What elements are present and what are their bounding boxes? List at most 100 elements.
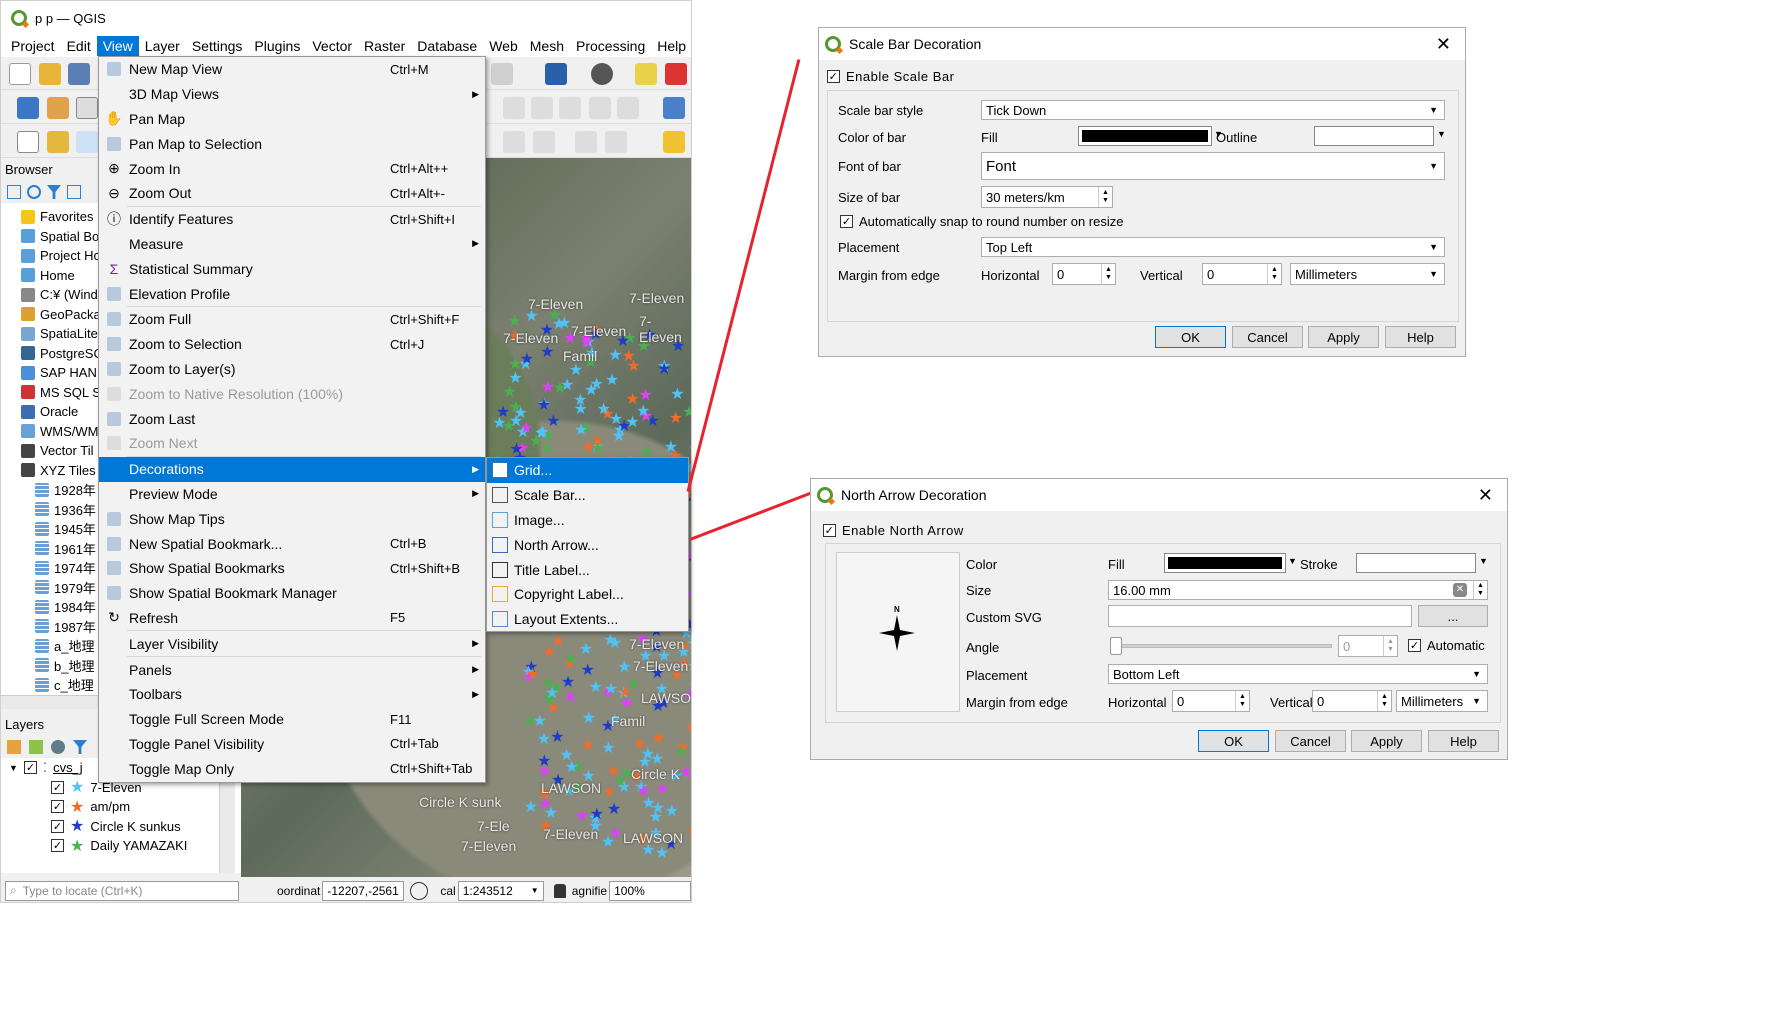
browser-item[interactable]: 1979年 bbox=[1, 578, 98, 598]
menu-item-preview-mode[interactable]: Preview Mode ▶ bbox=[99, 482, 485, 507]
vertex-tool-icon[interactable] bbox=[533, 131, 555, 153]
spin-arrows-icon[interactable]: ▲ ▼ bbox=[1377, 691, 1391, 711]
menu-item-zoom-full[interactable]: Zoom Full Ctrl+Shift+F bbox=[99, 307, 485, 332]
menu-item-zoom-next[interactable]: Zoom Next bbox=[99, 431, 485, 456]
snap-checkbox[interactable]: ✓ bbox=[840, 215, 853, 228]
menu-item-3d-map-views[interactable]: 3D Map Views ▶ bbox=[99, 82, 485, 107]
placement-combo[interactable]: Top Left ▼ bbox=[981, 237, 1445, 257]
browser-item[interactable]: 1945年 bbox=[1, 519, 98, 539]
close-icon[interactable]: ✕ bbox=[1436, 34, 1451, 55]
node-tool-icon[interactable] bbox=[575, 131, 597, 153]
copy-features-icon[interactable] bbox=[531, 97, 553, 119]
browser-item[interactable]: Oracle bbox=[1, 402, 98, 422]
browser-item[interactable]: WMS/WM bbox=[1, 422, 98, 442]
font-button[interactable]: Font ▼ bbox=[981, 152, 1445, 180]
spin-arrows-icon[interactable]: ▲ ▼ bbox=[1267, 264, 1281, 284]
help-button[interactable]: Help bbox=[1428, 730, 1499, 752]
unit-combo[interactable]: Millimeters ▼ bbox=[1396, 690, 1488, 712]
browser-item[interactable]: SpatiaLite bbox=[1, 324, 98, 344]
chevron-down-icon[interactable]: ▼ bbox=[1437, 129, 1446, 139]
submenu-item-title-label[interactable]: Title Label... bbox=[487, 557, 688, 582]
add-selected-icon[interactable] bbox=[7, 185, 21, 199]
help-button[interactable]: Help bbox=[1385, 326, 1456, 348]
lock-icon[interactable] bbox=[553, 883, 566, 898]
group-checkbox[interactable]: ✓ bbox=[23, 761, 37, 775]
menu-layer[interactable]: Layer bbox=[139, 36, 186, 56]
paste-features-icon[interactable] bbox=[559, 97, 581, 119]
layer-item[interactable]: ✓ ★ Circle K sunkus bbox=[1, 817, 241, 837]
browser-item[interactable]: MS SQL S bbox=[1, 383, 98, 403]
zoom-in-tool-icon[interactable] bbox=[76, 131, 99, 153]
unit-combo[interactable]: Millimeters ▼ bbox=[1290, 263, 1445, 285]
browser-item[interactable]: 1974年 bbox=[1, 558, 98, 578]
menu-item-statistical-summary[interactable]: Σ Statistical Summary bbox=[99, 256, 485, 281]
menu-item-zoom-to-layer-s[interactable]: Zoom to Layer(s) bbox=[99, 357, 485, 382]
browser-item[interactable]: 1961年 bbox=[1, 539, 98, 559]
cancel-button[interactable]: Cancel bbox=[1232, 326, 1303, 348]
digitize-icon[interactable] bbox=[503, 131, 525, 153]
menu-item-zoom-to-selection[interactable]: Zoom to Selection Ctrl+J bbox=[99, 332, 485, 357]
menu-database[interactable]: Database bbox=[411, 36, 483, 56]
label-tool-icon[interactable] bbox=[663, 97, 685, 119]
spin-arrows-icon[interactable]: ▲ ▼ bbox=[1383, 636, 1397, 656]
ok-button[interactable]: OK bbox=[1198, 730, 1269, 752]
layer-checkbox[interactable]: ✓ bbox=[51, 839, 64, 853]
submenu-item-scale-bar[interactable]: Scale Bar... bbox=[487, 483, 688, 508]
menu-item-decorations[interactable]: Decorations ▶ bbox=[99, 456, 485, 482]
scale-field[interactable]: 1:243512 ▼ bbox=[457, 880, 544, 901]
menu-edit[interactable]: Edit bbox=[61, 36, 97, 56]
outline-color-button[interactable] bbox=[1314, 126, 1434, 146]
menu-web[interactable]: Web bbox=[483, 36, 524, 56]
magnifier-field[interactable]: 100% bbox=[609, 880, 691, 901]
pan-tool-icon[interactable] bbox=[17, 131, 39, 153]
save-project-icon[interactable] bbox=[68, 63, 91, 85]
browser-item[interactable]: a_地理 bbox=[1, 636, 98, 656]
menu-view[interactable]: View bbox=[96, 36, 139, 56]
menu-item-layer-visibility[interactable]: Layer Visibility ▶ bbox=[99, 631, 485, 656]
layer-item[interactable]: ✓ ★ Daily YAMAZAKI bbox=[1, 836, 241, 856]
menu-item-show-map-tips[interactable]: Show Map Tips bbox=[99, 506, 485, 531]
automatic-checkbox[interactable]: ✓ bbox=[1408, 639, 1421, 652]
browser-item[interactable]: Spatial Bo bbox=[1, 227, 98, 247]
browser-item[interactable]: 1987年 bbox=[1, 617, 98, 637]
cancel-button[interactable]: Cancel bbox=[1275, 730, 1346, 752]
browser-item[interactable]: XYZ Tiles bbox=[1, 461, 98, 481]
menu-item-new-spatial-bookmark[interactable]: New Spatial Bookmark... Ctrl+B bbox=[99, 531, 485, 556]
menu-plugins[interactable]: Plugins bbox=[248, 36, 306, 56]
label-icon[interactable] bbox=[635, 63, 657, 85]
menu-item-pan-map-to-selection[interactable]: Pan Map to Selection bbox=[99, 131, 485, 156]
browser-item[interactable]: 1936年 bbox=[1, 500, 98, 520]
layers-scrollbar[interactable] bbox=[219, 781, 235, 873]
menu-processing[interactable]: Processing bbox=[570, 36, 651, 56]
menu-item-toggle-map-only[interactable]: Toggle Map Only Ctrl+Shift+Tab bbox=[99, 756, 485, 781]
fill-color-button[interactable] bbox=[1164, 553, 1286, 573]
submenu-item-image[interactable]: Image... bbox=[487, 508, 688, 533]
menu-raster[interactable]: Raster bbox=[358, 36, 411, 56]
automatic-row[interactable]: ✓ Automatic bbox=[1408, 638, 1485, 653]
menu-vector[interactable]: Vector bbox=[306, 36, 358, 56]
new-project-icon[interactable] bbox=[9, 63, 31, 85]
enable-checkbox[interactable]: ✓ bbox=[827, 70, 840, 83]
locator-input[interactable]: ⌕ Type to locate (Ctrl+K) bbox=[5, 880, 239, 901]
browser-item[interactable]: 1928年 bbox=[1, 480, 98, 500]
apply-button[interactable]: Apply bbox=[1308, 326, 1379, 348]
submenu-item-north-arrow[interactable]: North Arrow... bbox=[487, 532, 688, 557]
submenu-item-layout-extents[interactable]: Layout Extents... bbox=[487, 607, 688, 632]
angle-slider-handle[interactable] bbox=[1110, 637, 1122, 655]
redo-icon[interactable] bbox=[617, 97, 639, 119]
menu-item-show-spatial-bookmark-manager[interactable]: Show Spatial Bookmark Manager bbox=[99, 581, 485, 606]
horizontal-spinbox[interactable]: 0 ▲ ▼ bbox=[1052, 263, 1116, 285]
menu-item-measure[interactable]: Measure ▶ bbox=[99, 232, 485, 257]
spin-arrows-icon[interactable]: ▲ ▼ bbox=[1473, 581, 1487, 599]
menu-item-show-spatial-bookmarks[interactable]: Show Spatial Bookmarks Ctrl+Shift+B bbox=[99, 556, 485, 581]
toggle-extents-icon[interactable] bbox=[410, 881, 429, 900]
shape-tool-icon[interactable] bbox=[605, 131, 627, 153]
spin-arrows-icon[interactable]: ▲ ▼ bbox=[1098, 187, 1112, 207]
menu-settings[interactable]: Settings bbox=[186, 36, 249, 56]
chevron-down-icon[interactable]: ▼ bbox=[531, 886, 539, 895]
menu-project[interactable]: Project bbox=[5, 36, 61, 56]
layer-checkbox[interactable]: ✓ bbox=[51, 800, 64, 814]
submenu-item-grid[interactable]: Grid... bbox=[487, 458, 688, 483]
chevron-down-icon[interactable]: ▼ bbox=[1288, 556, 1297, 566]
refresh-browser-icon[interactable] bbox=[27, 185, 41, 199]
